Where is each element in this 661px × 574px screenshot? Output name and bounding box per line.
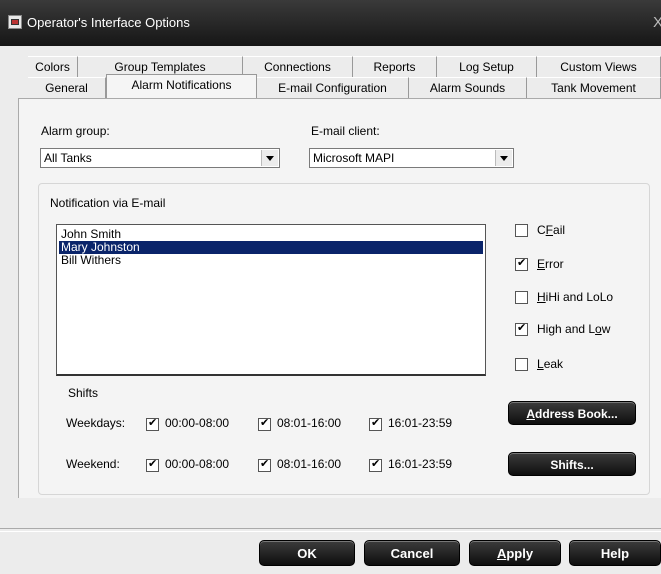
checkbox-leak[interactable] [515,358,528,371]
checkbox-weekend-shift-1[interactable] [146,457,159,472]
title-bar: Operator's Interface Options X [0,0,661,46]
email-client-value: Microsoft MAPI [313,151,395,165]
checkbox-weekdays-shift-1[interactable] [146,416,159,431]
shifts-label: Shifts [68,386,99,400]
weekdays-shift-label: 00:00-08:00 [165,416,230,430]
weekdays-label: Weekdays: [66,416,126,430]
tab-tank-movement[interactable]: Tank Movement [527,77,661,98]
window-title: Operator's Interface Options [27,15,190,30]
weekdays-shift-label: 08:01-16:00 [277,416,342,430]
checkbox-cfail[interactable] [515,224,528,237]
weekend-shift-label: 00:00-08:00 [165,457,230,471]
checkbox-weekend-shift-2[interactable] [258,457,271,472]
alarm-group-value: All Tanks [44,151,92,165]
ok-button[interactable]: OK [259,540,355,566]
checkbox-label-cfail[interactable]: CFail [537,223,565,237]
checkbox-label-leak[interactable]: Leak [537,357,563,371]
tab-connections[interactable]: Connections [243,56,353,77]
shifts-button[interactable]: Shifts... [508,452,636,476]
list-item[interactable]: Bill Withers [59,254,483,267]
checkbox-hihi-lolo[interactable] [515,291,528,304]
chevron-down-icon[interactable] [261,150,278,166]
weekend-label: Weekend: [66,457,120,471]
email-client-select[interactable]: Microsoft MAPI [309,148,514,168]
alarm-group-select[interactable]: All Tanks [40,148,280,168]
tab-general[interactable]: General [28,77,106,98]
checkbox-label-error[interactable]: Error [537,257,564,271]
tab-colors[interactable]: Colors [28,56,78,77]
tab-alarm-notifications[interactable]: Alarm Notifications [106,74,257,98]
tab-strip: Colors Group Templates Connections Repor… [0,46,661,98]
weekdays-shift-label: 16:01-23:59 [388,416,453,430]
list-item[interactable]: Mary Johnston [59,241,483,254]
apply-button[interactable]: Apply [469,540,561,566]
weekend-shift-label: 08:01-16:00 [277,457,342,471]
footer-divider [0,528,661,532]
checkbox-label-hihi-lolo[interactable]: HiHi and LoLo [537,290,613,304]
recipient-list[interactable]: John Smith Mary Johnston Bill Withers [56,224,486,376]
tab-reports[interactable]: Reports [353,56,437,77]
address-book-button[interactable]: Address Book... [508,401,636,425]
tab-alarm-sounds[interactable]: Alarm Sounds [409,77,527,98]
close-icon[interactable]: X [653,14,661,31]
alarm-group-label: Alarm group: [41,124,110,138]
checkbox-high-low[interactable] [515,321,528,336]
help-button[interactable]: Help [569,540,661,566]
app-icon [8,15,22,29]
weekend-shift-label: 16:01-23:59 [388,457,453,471]
tab-email-configuration[interactable]: E-mail Configuration [257,77,409,98]
tab-custom-views[interactable]: Custom Views [537,56,661,77]
checkbox-label-high-low[interactable]: High and Low [537,322,610,336]
notification-group-label: Notification via E-mail [50,196,166,210]
checkbox-weekdays-shift-2[interactable] [258,416,271,431]
checkbox-weekdays-shift-3[interactable] [369,416,382,431]
checkbox-weekend-shift-3[interactable] [369,457,382,472]
cancel-button[interactable]: Cancel [364,540,460,566]
checkbox-error[interactable] [515,256,528,271]
chevron-down-icon[interactable] [495,150,512,166]
options-dialog: Operator's Interface Options X Colors Gr… [0,0,661,574]
email-client-label: E-mail client: [311,124,380,138]
tab-log-setup[interactable]: Log Setup [437,56,537,77]
